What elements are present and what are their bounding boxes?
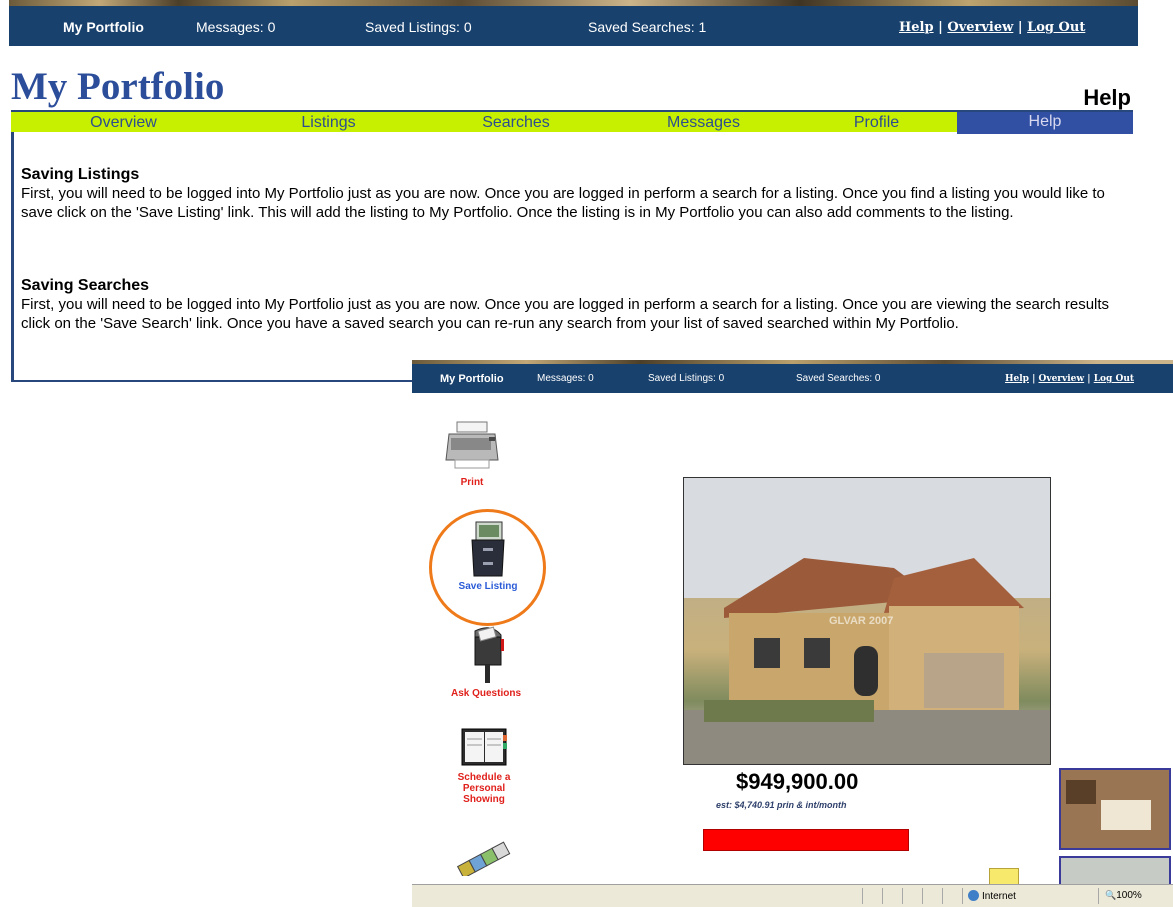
- saved-listings-count[interactable]: Saved Listings: 0: [365, 19, 472, 35]
- zoom-control[interactable]: 🔍100%: [1105, 890, 1142, 901]
- status-separator: [1098, 888, 1099, 904]
- overview-link[interactable]: Overview: [947, 20, 1013, 35]
- status-separator: [922, 888, 923, 904]
- help-content-panel: [11, 132, 1133, 382]
- listing-header-bar: My Portfolio Messages: 0 Saved Listings:…: [412, 364, 1173, 393]
- tab-help[interactable]: Help: [957, 112, 1133, 134]
- ask-questions-action[interactable]: Ask Questions: [440, 625, 532, 699]
- saved-listings-count[interactable]: Saved Listings: 0: [648, 373, 724, 384]
- divider: [11, 380, 431, 382]
- print-action[interactable]: Print: [442, 418, 502, 488]
- logout-link[interactable]: Log Out: [1027, 20, 1085, 35]
- listing-price: $949,900.00: [736, 769, 859, 794]
- file-cabinet-icon: [471, 521, 505, 577]
- printer-icon: [445, 421, 499, 469]
- help-link[interactable]: Help: [1005, 374, 1029, 384]
- print-label: Print: [460, 477, 484, 488]
- status-separator: [882, 888, 883, 904]
- help-link[interactable]: Help: [899, 20, 934, 35]
- payment-estimate: est: $4,740.91 prin & int/month: [716, 800, 847, 810]
- schedule-label-3: Showing: [463, 794, 505, 805]
- header-links: Help | Overview | Log Out: [1005, 374, 1134, 384]
- schedule-label-2: Personal: [462, 783, 506, 794]
- saving-searches-body: First, you will need to be logged into M…: [21, 296, 1110, 332]
- header-links: Help | Overview | Log Out: [899, 20, 1085, 35]
- saving-searches-title: Saving Searches: [21, 277, 150, 294]
- portfolio-brand-link[interactable]: My Portfolio: [440, 373, 504, 385]
- status-separator: [902, 888, 903, 904]
- tab-profile[interactable]: Profile: [796, 114, 957, 134]
- thumbnail-kitchen[interactable]: [1059, 856, 1171, 886]
- photo-watermark: GLVAR 2007: [829, 615, 894, 627]
- saving-listings-title: Saving Listings: [21, 166, 140, 183]
- link-separator: |: [1013, 20, 1028, 35]
- saving-listings-body: First, you will need to be logged into M…: [21, 185, 1105, 221]
- red-banner[interactable]: [703, 829, 909, 851]
- status-separator: [942, 888, 943, 904]
- save-listing-label: Save Listing: [458, 581, 518, 592]
- planner-icon: [461, 728, 507, 766]
- logout-link[interactable]: Log Out: [1094, 374, 1134, 384]
- zone-label: Internet: [982, 891, 1016, 902]
- portfolio-brand-link[interactable]: My Portfolio: [63, 19, 144, 35]
- tab-listings[interactable]: Listings: [236, 114, 421, 134]
- zoom-label: 100%: [1116, 890, 1142, 901]
- link-separator: |: [933, 20, 948, 35]
- overview-link[interactable]: Overview: [1039, 374, 1085, 384]
- link-separator: |: [1028, 374, 1039, 384]
- listing-page-screenshot: My Portfolio Messages: 0 Saved Listings:…: [412, 360, 1173, 907]
- messages-count[interactable]: Messages: 0: [196, 19, 275, 35]
- link-separator: |: [1084, 374, 1094, 384]
- email-blocks-icon: [456, 841, 511, 879]
- ask-questions-label: Ask Questions: [450, 688, 522, 699]
- saved-searches-count[interactable]: Saved Searches: 0: [796, 373, 881, 384]
- portfolio-tabs: Overview Listings Searches Messages Prof…: [11, 110, 1133, 134]
- portfolio-header-bar: My Portfolio Messages: 0 Saved Listings:…: [9, 6, 1138, 46]
- thumbnail-bedroom[interactable]: [1059, 768, 1171, 850]
- tab-overview[interactable]: Overview: [11, 114, 236, 134]
- saved-searches-count[interactable]: Saved Searches: 1: [588, 19, 706, 35]
- tab-messages[interactable]: Messages: [611, 114, 796, 134]
- security-zone: Internet: [968, 890, 1016, 902]
- zoom-icon: 🔍: [1105, 890, 1117, 900]
- page-title: My Portfolio: [11, 65, 225, 108]
- messages-count[interactable]: Messages: 0: [537, 373, 594, 384]
- bedroom-photo: [1061, 770, 1169, 848]
- schedule-label-1: Schedule a: [457, 772, 511, 783]
- globe-icon: [968, 890, 979, 901]
- section-heading: Help: [1083, 85, 1131, 110]
- mailbox-icon: [474, 626, 504, 683]
- email-action[interactable]: [452, 832, 522, 879]
- browser-status-bar: Internet 🔍100%: [412, 884, 1173, 907]
- status-separator: [862, 888, 863, 904]
- listing-photo[interactable]: GLVAR 2007: [683, 477, 1051, 765]
- save-listing-action[interactable]: Save Listing: [452, 520, 524, 592]
- schedule-showing-action[interactable]: Schedule a Personal Showing: [448, 725, 520, 805]
- tab-searches[interactable]: Searches: [421, 114, 611, 134]
- status-separator: [962, 888, 963, 904]
